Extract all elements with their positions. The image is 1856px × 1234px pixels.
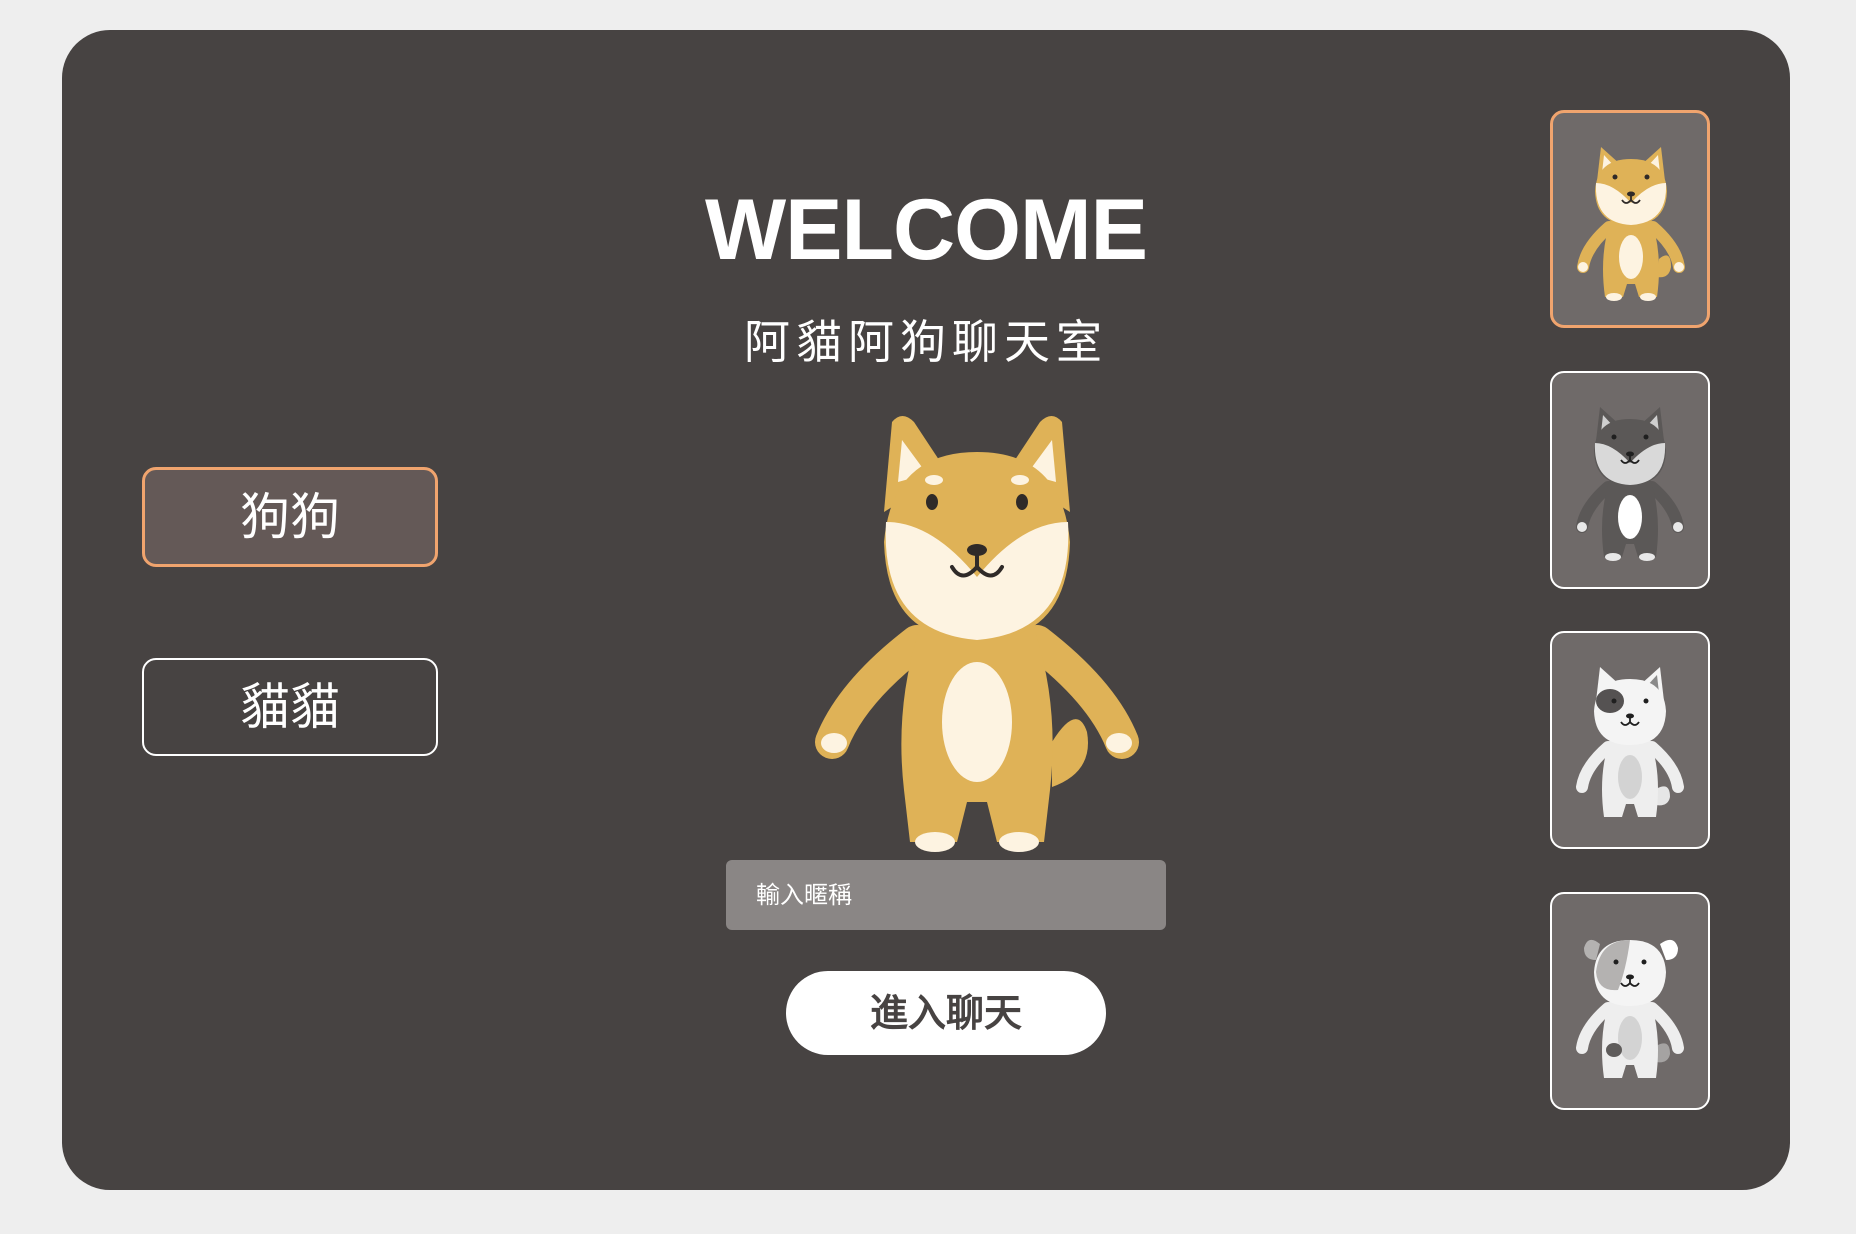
avatar-option-husky[interactable] <box>1550 371 1710 589</box>
avatar-option-floppy-dog[interactable] <box>1550 892 1710 1110</box>
grey-husky-dog-icon <box>1576 407 1684 561</box>
shiba-dog-icon <box>1577 147 1685 301</box>
avatar-option-shiba[interactable] <box>1550 110 1710 328</box>
category-dog-button[interactable]: 狗狗 <box>142 467 438 567</box>
page-title: WELCOME <box>704 182 1148 278</box>
category-cat-label: 貓貓 <box>240 678 340 736</box>
selected-avatar-preview <box>815 416 1139 852</box>
category-cat-button[interactable]: 貓貓 <box>142 658 438 756</box>
white-spotted-dog-icon <box>1576 667 1684 817</box>
login-card: WELCOME 阿貓阿狗聊天室 狗狗 貓貓 輸入暱稱 進入聊天 <box>62 30 1790 1190</box>
enter-chat-button[interactable]: 進入聊天 <box>786 971 1106 1055</box>
nickname-input[interactable] <box>726 860 1166 930</box>
category-dog-label: 狗狗 <box>240 488 340 546</box>
page-subtitle: 阿貓阿狗聊天室 <box>744 315 1108 369</box>
floppy-ear-dog-icon <box>1576 939 1684 1078</box>
avatar-option-white-dog[interactable] <box>1550 631 1710 849</box>
